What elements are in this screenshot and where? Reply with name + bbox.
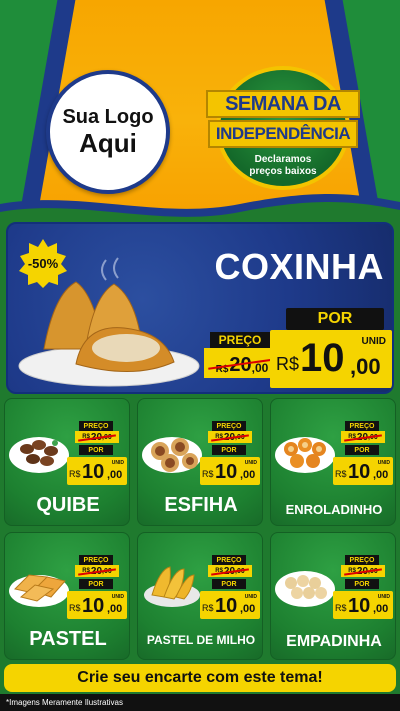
por-label: POR: [79, 579, 113, 589]
unit-label: UNID: [361, 336, 386, 347]
por-label: POR: [79, 445, 113, 455]
enroladinho-image: [275, 437, 335, 473]
logo-text-line2: Aqui: [79, 128, 137, 159]
unit-label: UNID: [377, 594, 390, 600]
por-label: POR: [345, 579, 379, 589]
old-price: R$20,00: [208, 565, 252, 577]
unit-label: UNID: [111, 460, 124, 466]
unit-label: UNID: [244, 594, 257, 600]
new-price-int: 10: [300, 336, 345, 380]
new-dec: ,00: [240, 603, 256, 615]
price-block: PREÇO R$20,00 POR UNID R$10,00: [200, 555, 260, 621]
price-block: PREÇO R$20,00 POR UNID R$10,00: [67, 555, 127, 621]
hero-price-block: PREÇO R$ 20 ,00 POR UNID R$ 10 ,00: [204, 308, 392, 392]
featured-product-panel[interactable]: -50% COXINHA PREÇO R$ 20 ,00 POR UNID R$…: [6, 222, 394, 394]
new-currency: R$: [69, 603, 81, 613]
header-banner: Sua Logo Aqui SEMANA DA INDEPENDÊNCIA De…: [0, 0, 400, 220]
por-label: POR: [345, 445, 379, 455]
product-card-pastel-de-milho[interactable]: PREÇO R$20,00 POR UNID R$10,00 PASTEL DE …: [137, 532, 263, 660]
esfiha-image: [142, 437, 202, 473]
new-int: 10: [215, 461, 238, 483]
product-card-pastel[interactable]: PREÇO R$20,00 POR UNID R$10,00 PASTEL: [4, 532, 130, 660]
preco-label: PREÇO: [345, 421, 379, 431]
pastel-image: [9, 574, 69, 607]
por-label: POR: [212, 445, 246, 455]
preco-label: PREÇO: [212, 421, 246, 431]
header-wave: [0, 193, 400, 220]
new-price: UNID R$ 10,00: [67, 591, 127, 619]
old-price: R$20,00: [341, 431, 385, 443]
new-price: UNID R$ 10,00: [67, 457, 127, 485]
new-currency: R$: [69, 469, 81, 479]
preco-label: PREÇO: [210, 332, 270, 348]
price-block: PREÇO R$20,00 POR UNID R$10,00: [333, 421, 393, 487]
price-block: PREÇO R$20,00 POR UNID R$10,00: [200, 421, 260, 487]
product-card-enroladinho[interactable]: PREÇO R$20,00 POR UNID R$10,00 ENROLADINH…: [270, 398, 396, 526]
discount-badge: -50%: [18, 238, 68, 288]
disclaimer-text: *Imagens Meramente Ilustrativas: [0, 694, 400, 711]
product-grid: PREÇO R$20,00 POR UNIDR$10,00 QUIBE PREÇ…: [4, 398, 396, 660]
new-price-dec: ,00: [350, 354, 381, 379]
unit-label: UNID: [111, 594, 124, 600]
new-price: UNID R$ 10 ,00: [270, 330, 392, 388]
new-dec: ,00: [107, 603, 123, 615]
preco-label: PREÇO: [79, 555, 113, 565]
new-price: UNID R$ 10,00: [333, 591, 393, 619]
old-price: R$20,00: [75, 431, 119, 443]
product-name: PASTEL DE MILHO: [146, 633, 256, 647]
new-price: UNID R$ 10,00: [200, 457, 260, 485]
new-dec: ,00: [373, 469, 389, 481]
por-label: POR: [286, 308, 384, 330]
semana-independencia-seal: SEMANA DA INDEPENDÊNCIA Declaramos preço…: [206, 66, 360, 190]
product-card-empadinha[interactable]: PREÇO R$20,00 POR UNID R$10,00 EMPADINHA: [270, 532, 396, 660]
create-flyer-button[interactable]: Crie seu encarte com este tema!: [4, 664, 396, 692]
empadinha-image: [275, 571, 335, 607]
product-name: EMPADINHA: [286, 633, 382, 650]
old-price: R$ 20 ,00: [204, 348, 280, 378]
new-int: 10: [82, 595, 105, 617]
seal-subtitle: Declaramos preços baixos: [206, 154, 360, 177]
new-dec: ,00: [107, 469, 123, 481]
seal-subtitle-line1: Declaramos: [254, 154, 312, 165]
price-block: PREÇO R$20,00 POR UNID R$10,00: [333, 555, 393, 621]
new-currency: R$: [335, 603, 347, 613]
new-dec: ,00: [373, 603, 389, 615]
preco-label: PREÇO: [79, 421, 113, 431]
seal-title-line2: INDEPENDÊNCIA: [208, 120, 358, 148]
preco-label: PREÇO: [345, 555, 379, 565]
new-int: 10: [348, 461, 371, 483]
seal-subtitle-line2: preços baixos: [249, 165, 317, 177]
preco-label: PREÇO: [212, 555, 246, 565]
product-card-quibe[interactable]: PREÇO R$20,00 POR UNID R$10,00 QUIBE: [4, 398, 130, 526]
new-currency: R$: [202, 469, 214, 479]
unit-label: UNID: [244, 460, 257, 466]
product-name: PASTEL: [29, 628, 107, 650]
seal-title-line1: SEMANA DA: [206, 90, 360, 118]
discount-text: -50%: [27, 255, 59, 271]
unit-label: UNID: [377, 460, 390, 466]
old-price: R$20,00: [208, 431, 252, 443]
new-currency: R$: [335, 469, 347, 479]
new-price: UNID R$ 10,00: [333, 457, 393, 485]
old-price: R$20,00: [341, 565, 385, 577]
quibe-image: [9, 437, 69, 473]
new-int: 10: [215, 595, 238, 617]
new-int: 10: [82, 461, 105, 483]
price-block: PREÇO R$20,00 POR UNID R$10,00: [67, 421, 127, 487]
product-name: ENROLADINHO: [285, 502, 383, 517]
new-currency: R$: [202, 603, 214, 613]
pastel-de-milho-image: [144, 566, 200, 607]
logo-placeholder[interactable]: Sua Logo Aqui: [46, 70, 170, 194]
product-card-esfiha[interactable]: PREÇO R$20,00 POR UNID R$10,00 ESFIHA: [137, 398, 263, 526]
hero-product-name: COXINHA: [214, 246, 384, 287]
new-int: 10: [348, 595, 371, 617]
por-label: POR: [212, 579, 246, 589]
new-price-currency: R$: [276, 354, 300, 374]
logo-text-line1: Sua Logo: [62, 106, 154, 129]
old-price: R$20,00: [75, 565, 119, 577]
new-dec: ,00: [240, 469, 256, 481]
product-name: ESFIHA: [164, 494, 238, 516]
product-name: QUIBE: [36, 494, 100, 516]
new-price: UNID R$ 10,00: [200, 591, 260, 619]
